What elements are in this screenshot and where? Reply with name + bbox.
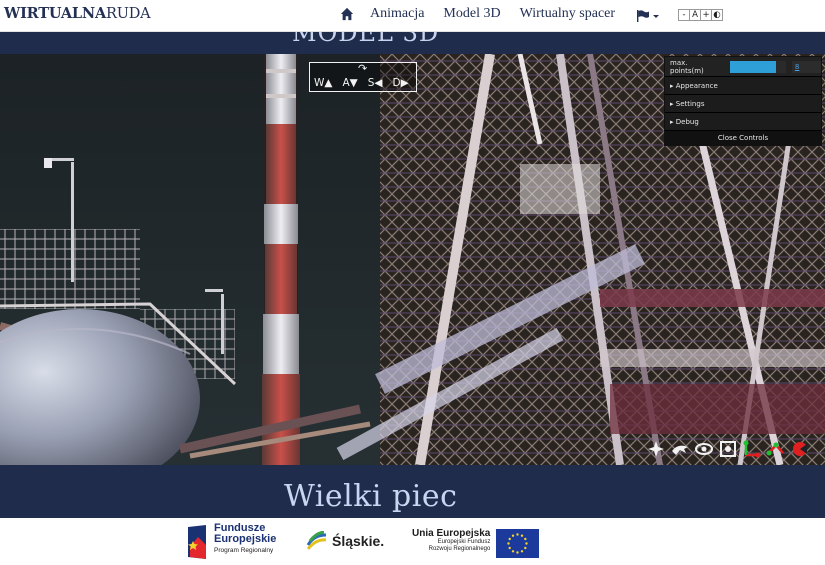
key-hint-a: A▼ [342, 77, 358, 89]
section-title-band: Wielki piec [0, 465, 825, 518]
logo-bold: WIRTUALNA [4, 5, 107, 22]
caret-down-icon [653, 15, 659, 18]
eu-star [520, 550, 524, 553]
eye-icon[interactable] [694, 439, 714, 459]
eu-flag-icon [496, 529, 539, 558]
fundusze-europejskie-logo: Fundusze Europejskie Program Regionalny [186, 523, 276, 561]
eu-star [508, 537, 511, 541]
viewer-controls-panel: max. points(m) 8 ▸ Appearance ▸ Settings… [664, 56, 822, 146]
max-points-row: max. points(m) 8 [665, 57, 821, 77]
compass-icon[interactable] [790, 439, 810, 459]
rotate-arrow-icon: ↷ [358, 62, 368, 75]
settings-folder[interactable]: ▸ Settings [665, 95, 821, 113]
fe-subtitle: Program Regionalny [214, 547, 274, 554]
slaskie-text: Śląskie. [332, 533, 385, 549]
cut-off-heading: MODEL 3D [292, 32, 440, 47]
eu-star [516, 551, 519, 554]
settings-label: Settings [675, 100, 705, 108]
slaskie-emblem-icon [306, 531, 327, 550]
max-points-slider[interactable] [729, 60, 786, 73]
key-hint-s: S◀ [367, 77, 383, 89]
eu-star [516, 533, 519, 536]
contrast-button[interactable]: ◐ [711, 9, 723, 21]
top-navbar: WIRTUALNARUDA Animacja Model 3D Wirtualn… [0, 0, 825, 32]
debug-label: Debug [675, 118, 699, 126]
eu-star [511, 550, 515, 553]
ue-line1: Europejski Fundusz [437, 539, 491, 545]
max-points-input[interactable]: 8 [791, 60, 821, 73]
section-header-band: MODEL 3D [0, 32, 825, 54]
site-logo[interactable]: WIRTUALNARUDA [4, 5, 151, 22]
key-hint-d: D▶ [392, 77, 409, 89]
flag-icon [637, 10, 649, 22]
eu-star [524, 546, 527, 550]
unia-europejska-text: Unia Europejska Europejski Fundusz Rozwo… [412, 528, 490, 553]
fe-line2: Europejskie [214, 533, 277, 545]
appearance-folder[interactable]: ▸ Appearance [665, 77, 821, 95]
eu-star [507, 542, 510, 545]
section-title: Wielki piec [284, 479, 458, 514]
point-cloud-viewer[interactable]: ↷ W▲ A▼ S◀ D▶ max. points(m) 8 ▸ Appeara… [0, 54, 825, 465]
keyboard-hint-overlay: ↷ W▲ A▼ S◀ D▶ [309, 62, 417, 92]
nav-link-animacja[interactable]: Animacja [370, 6, 424, 22]
axis-gizmo-icon[interactable] [742, 439, 762, 459]
nav-link-model-3d[interactable]: Model 3D [443, 6, 500, 22]
eu-star [508, 546, 511, 550]
accessibility-controls: - A + ◐ [678, 9, 723, 21]
home-icon[interactable] [340, 7, 354, 21]
focus-icon[interactable] [718, 439, 738, 459]
max-points-slider-fill [729, 60, 776, 73]
fly-mode-icon[interactable] [670, 439, 690, 459]
max-points-label: max. points(m) [670, 58, 704, 75]
ue-line2: Rozwoju Regionalnego [428, 546, 491, 552]
orientation-cube-icon[interactable] [766, 439, 786, 459]
language-dropdown[interactable] [636, 10, 660, 22]
viewer-toolbar [646, 439, 814, 459]
appearance-label: Appearance [675, 82, 718, 90]
ue-title: Unia Europejska [412, 528, 491, 539]
eu-star [520, 534, 524, 537]
eu-star [524, 537, 527, 541]
close-controls-button[interactable]: Close Controls [665, 131, 821, 145]
debug-folder[interactable]: ▸ Debug [665, 113, 821, 131]
logo-light: RUDA [106, 6, 151, 22]
nav-link-wirtualny-spacer[interactable]: Wirtualny spacer [520, 6, 615, 22]
key-hint-w: W▲ [314, 77, 333, 89]
eu-star [525, 542, 528, 545]
slaskie-logo: Śląskie. [306, 531, 384, 551]
eu-star [511, 534, 515, 537]
navigation-mode-icon[interactable] [646, 439, 666, 459]
sponsor-footer: Fundusze Europejskie Program Regionalny … [0, 518, 825, 565]
fundusze-europejskie-emblem-icon [188, 525, 206, 559]
main-nav: Animacja Model 3D Wirtualny spacer [340, 6, 634, 22]
